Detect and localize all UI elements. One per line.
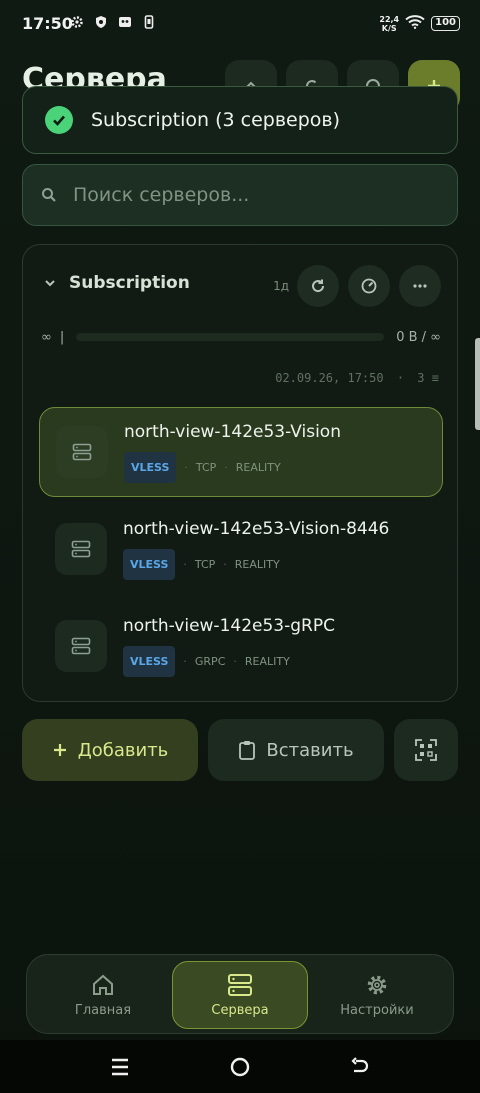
qr-scan-button[interactable] bbox=[394, 719, 458, 781]
status-system-icons: 22,4 K/S 100 bbox=[379, 14, 460, 33]
transport-label: GRPC bbox=[194, 654, 226, 668]
nav-settings[interactable]: Настройки bbox=[309, 961, 445, 1029]
check-circle-icon bbox=[45, 106, 73, 134]
refresh-icon bbox=[312, 279, 325, 293]
security-label: REALITY bbox=[235, 460, 281, 474]
more-options-button[interactable] bbox=[399, 265, 441, 307]
toast-message: Subscription (3 серверов) bbox=[91, 109, 341, 131]
nav-servers[interactable]: Сервера bbox=[172, 961, 308, 1029]
server-name: north-view-142e53-Vision-8446 bbox=[123, 518, 390, 539]
server-count: 3 bbox=[417, 371, 425, 385]
app-icon bbox=[118, 15, 132, 29]
subscription-card: Subscription 1д ∞ | 0 B / ∞ 02.09.26, 17… bbox=[22, 244, 458, 702]
subscription-age: 1д bbox=[273, 279, 289, 293]
protocol-badge: VLESS bbox=[124, 451, 177, 483]
circle-icon bbox=[230, 1057, 250, 1077]
paste-button[interactable]: Вставить bbox=[208, 719, 384, 781]
server-item-1[interactable]: north-view-142e53-Vision-8446 VLESS · TC… bbox=[39, 504, 443, 594]
edge-panel-handle[interactable] bbox=[475, 338, 480, 430]
security-label: REALITY bbox=[244, 654, 290, 668]
gear-icon bbox=[70, 15, 84, 29]
server-item-2[interactable]: north-view-142e53-gRPC VLESS · GRPC · RE… bbox=[39, 601, 443, 691]
transport-label: TCP bbox=[194, 557, 216, 571]
traffic-usage: ∞ | 0 B / ∞ bbox=[41, 327, 441, 347]
gear-icon bbox=[367, 975, 387, 994]
subscription-title: Subscription bbox=[69, 273, 190, 293]
battery-indicator: 100 bbox=[431, 16, 460, 31]
clipboard-icon bbox=[239, 741, 256, 760]
protocol-badge: VLESS bbox=[123, 645, 176, 677]
subscription-header[interactable]: Subscription bbox=[43, 273, 190, 293]
add-button[interactable]: Добавить bbox=[22, 719, 198, 781]
traffic-progress-bar bbox=[76, 333, 385, 341]
nav-settings-label: Настройки bbox=[340, 1002, 414, 1018]
status-notification-icons bbox=[70, 15, 156, 29]
server-icon bbox=[55, 620, 107, 672]
system-navigation-bar bbox=[0, 1040, 480, 1093]
search-bar[interactable] bbox=[22, 164, 458, 226]
traffic-limit-left: ∞ bbox=[41, 329, 52, 345]
qr-code-icon bbox=[415, 739, 437, 761]
traffic-value: 0 B / ∞ bbox=[396, 329, 441, 345]
home-button[interactable] bbox=[227, 1054, 253, 1080]
shield-icon bbox=[94, 15, 108, 29]
back-arrow-icon bbox=[351, 1057, 369, 1073]
speedtest-subscription-button[interactable] bbox=[348, 265, 390, 307]
security-label: REALITY bbox=[234, 557, 280, 571]
phone-icon bbox=[142, 15, 156, 29]
add-button-label: Добавить bbox=[77, 739, 169, 761]
more-horizontal-icon bbox=[413, 284, 427, 288]
status-bar: 17:50 22,4 K/S 100 bbox=[0, 0, 480, 48]
protocol-badge: VLESS bbox=[123, 548, 176, 580]
bottom-navigation: Главная Сервера Настройки bbox=[26, 954, 454, 1034]
speedometer-icon bbox=[361, 278, 377, 294]
nav-home-label: Главная bbox=[74, 1002, 132, 1018]
success-toast: Subscription (3 серверов) bbox=[22, 86, 458, 154]
server-icon bbox=[55, 523, 107, 575]
traffic-separator: | bbox=[59, 329, 65, 345]
status-time: 17:50 bbox=[22, 14, 73, 33]
wifi-icon bbox=[405, 14, 425, 33]
server-name: north-view-142e53-Vision bbox=[124, 421, 341, 442]
refresh-subscription-button[interactable] bbox=[297, 265, 339, 307]
search-icon bbox=[42, 188, 56, 202]
subscription-meta: 02.09.26, 17:50 · 3 ≡ bbox=[275, 371, 439, 385]
updated-timestamp: 02.09.26, 17:50 bbox=[275, 371, 384, 385]
list-icon: ≡ bbox=[431, 371, 439, 385]
nav-home[interactable]: Главная bbox=[35, 961, 171, 1029]
transport-label: TCP bbox=[195, 460, 217, 474]
server-item-0[interactable]: north-view-142e53-Vision VLESS · TCP · R… bbox=[39, 407, 443, 497]
menu-icon bbox=[112, 1058, 128, 1076]
home-icon bbox=[93, 974, 113, 995]
paste-button-label: Вставить bbox=[266, 739, 354, 761]
back-button[interactable] bbox=[347, 1054, 373, 1080]
chevron-down-icon[interactable] bbox=[43, 276, 57, 290]
network-speed: 22,4 K/S bbox=[379, 14, 400, 33]
search-input[interactable] bbox=[73, 184, 433, 206]
recents-button[interactable] bbox=[107, 1054, 133, 1080]
server-icon bbox=[228, 973, 252, 996]
server-icon bbox=[56, 426, 108, 478]
plus-icon bbox=[53, 744, 66, 756]
nav-servers-label: Сервера bbox=[211, 1002, 269, 1018]
server-name: north-view-142e53-gRPC bbox=[123, 615, 335, 636]
